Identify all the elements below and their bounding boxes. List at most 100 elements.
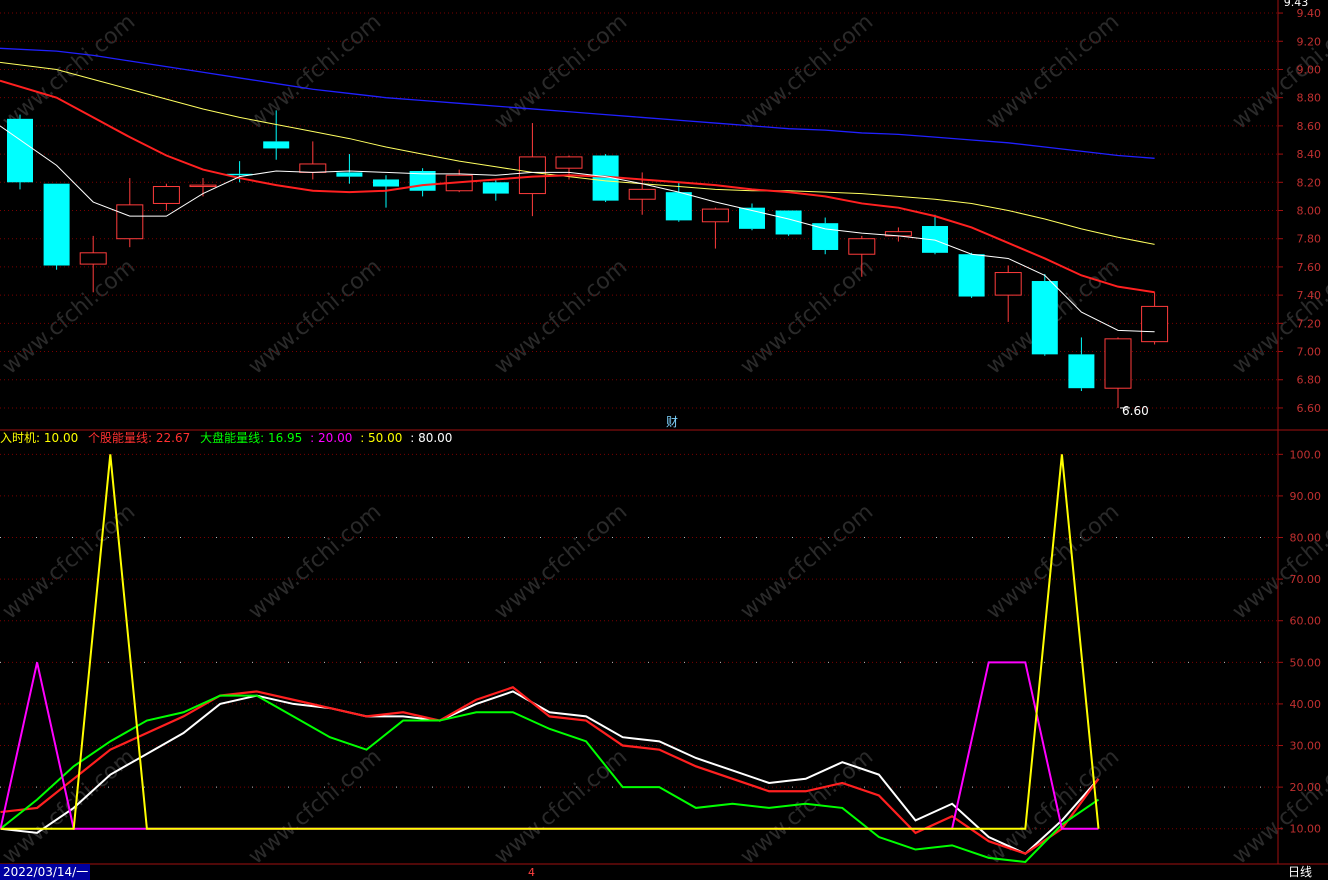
watermark-text: www.cfchi.com: [490, 499, 632, 624]
price-tick-label: 8.20: [1297, 176, 1322, 189]
watermark-text: www.cfchi.com: [736, 9, 878, 134]
indicator-tick-label: 80.00: [1290, 532, 1322, 545]
indicator-tick-label: 10.00: [1290, 823, 1322, 836]
candle-body-down: [43, 183, 70, 266]
candle-body-down: [7, 118, 33, 183]
price-tick-label: 7.00: [1297, 346, 1322, 359]
legend-timing: 入时机: 10.00: [0, 431, 78, 445]
bottom-date[interactable]: 2022/03/14/一: [3, 865, 88, 879]
watermark-text: www.cfchi.com: [982, 499, 1124, 624]
candle-body-down: [1031, 281, 1058, 355]
candle-body-up: [1104, 338, 1132, 389]
indicator-series-2: [0, 694, 1100, 864]
indicator-tick-label: 50.00: [1290, 656, 1322, 669]
candle-body-down: [775, 210, 802, 235]
candle: [1068, 337, 1095, 392]
candle: [409, 168, 436, 197]
candle-body-up: [628, 188, 656, 200]
price-tick-label: 6.60: [1297, 402, 1322, 415]
watermark-text: www.cfchi.com: [0, 9, 140, 134]
candle: [994, 265, 1022, 322]
candle-body-up: [79, 252, 107, 265]
indicator-tick-label: 70.00: [1290, 573, 1322, 586]
candle: [701, 207, 729, 249]
candle: [518, 123, 546, 217]
indicator-tick-label: 30.00: [1290, 740, 1322, 753]
legend-ref-80: : 80.00: [410, 431, 452, 445]
candle-body-down: [1068, 354, 1095, 389]
watermark-text: www.cfchi.com: [0, 254, 140, 379]
indicator-tick-label: 100.0: [1290, 448, 1322, 461]
candle: [884, 227, 912, 242]
watermark-text: www.cfchi.com: [244, 254, 386, 379]
price-tick-label: 7.20: [1297, 317, 1322, 330]
candle: [1141, 292, 1169, 345]
indicator-tick-label: 20.00: [1290, 781, 1322, 794]
price-tick-label: 9.40: [1297, 7, 1322, 20]
legend-ref-50: : 50.00: [360, 431, 402, 445]
watermark-text: www.cfchi.com: [490, 744, 632, 869]
indicator-tick-label: 60.00: [1290, 615, 1322, 628]
candle-body-down: [665, 192, 692, 221]
price-low-marker: 6.60: [1122, 404, 1149, 418]
price-tick-label: 9.00: [1297, 63, 1322, 76]
price-tick-label: 8.40: [1297, 148, 1322, 161]
candle-body-up: [848, 238, 876, 255]
center-caption: 财: [666, 415, 678, 429]
price-tick-label: 7.60: [1297, 261, 1322, 274]
price-tick-label: 8.00: [1297, 205, 1322, 218]
candle: [739, 203, 765, 231]
candle: [7, 114, 33, 190]
watermark-text: www.cfchi.com: [982, 744, 1124, 869]
watermark-text: www.cfchi.com: [736, 499, 878, 624]
bottom-bar: 2022/03/14/一 4 日线: [0, 864, 1312, 880]
price-tick-label: 6.80: [1297, 374, 1322, 387]
watermark-text: www.cfchi.com: [244, 499, 386, 624]
ma20-line: [0, 61, 1155, 245]
period-tab[interactable]: 日线: [1288, 865, 1312, 879]
legend-market-energy: 大盘能量线: 16.95: [200, 430, 302, 445]
indicator-series-0: [0, 454, 1100, 830]
candle-body-down: [263, 141, 290, 149]
candle: [43, 183, 70, 270]
candle: [482, 179, 509, 201]
indicator-legend: 入时机: 10.00 个股能量线: 22.67 大盘能量线: 16.95 : 2…: [0, 430, 452, 445]
candle-body-up: [555, 156, 583, 169]
candle: [958, 252, 985, 298]
legend-ref-20: : 20.00: [310, 431, 352, 445]
watermark-text: www.cfchi.com: [490, 254, 632, 379]
watermark-text: www.cfchi.com: [490, 9, 632, 134]
candle-body-down: [482, 182, 509, 194]
candle-body-down: [958, 254, 985, 297]
candle: [775, 210, 802, 236]
candle-body-up: [701, 208, 729, 223]
candle: [812, 217, 839, 255]
candle-body-down: [373, 179, 399, 187]
indicator-tick-label: 90.00: [1290, 490, 1322, 503]
candle: [1104, 337, 1132, 408]
candle: [152, 183, 180, 211]
price-top-label: 9.43: [1284, 0, 1309, 9]
candle: [336, 154, 363, 184]
price-tick-label: 7.80: [1297, 233, 1322, 246]
price-tick-label: 8.80: [1297, 92, 1322, 105]
price-tick-label: 7.40: [1297, 289, 1322, 302]
watermark-text: www.cfchi.com: [736, 254, 878, 379]
price-tick-label: 9.20: [1297, 35, 1322, 48]
candle-body-up: [299, 163, 327, 173]
bottom-marker: 4: [528, 866, 535, 879]
candle-body-up: [518, 156, 546, 195]
legend-stock-energy: 个股能量线: 22.67: [88, 431, 190, 445]
candle-body-up: [189, 184, 217, 188]
candle-body-up: [152, 186, 180, 204]
candle-body-up: [1141, 305, 1169, 343]
watermark-text: www.cfchi.com: [244, 744, 386, 869]
watermark-text: www.cfchi.com: [244, 9, 386, 134]
indicator-tick-label: 40.00: [1290, 698, 1322, 711]
watermark-text: www.cfchi.com: [0, 499, 140, 624]
candle-body-down: [812, 223, 839, 250]
candle: [1031, 273, 1058, 356]
candle-body-up: [116, 204, 144, 240]
watermark-text: www.cfchi.com: [0, 744, 140, 869]
candle-body-down: [336, 172, 363, 177]
